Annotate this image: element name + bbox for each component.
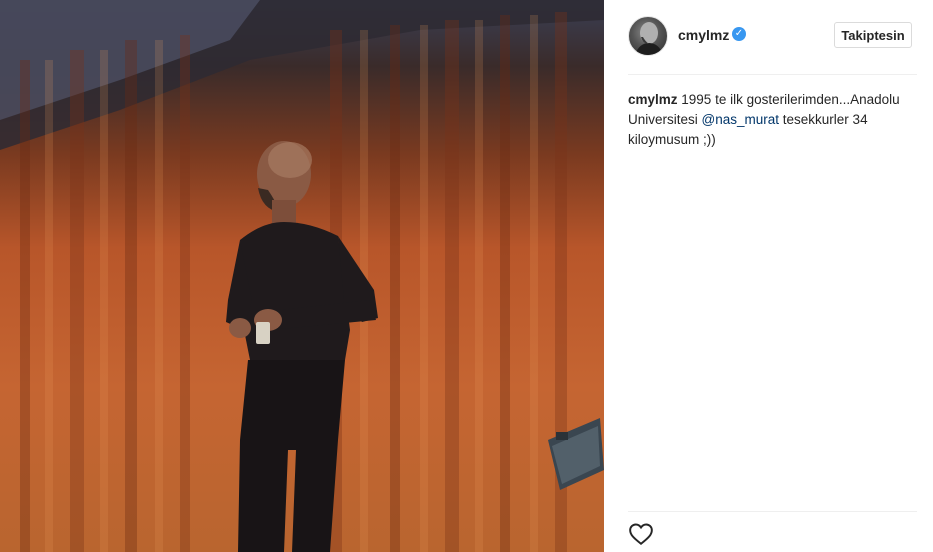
post-side-panel: cmylmz ✓ Takiptesin cmylmz 1995 te ilk g… [604, 0, 933, 552]
like-button[interactable] [628, 521, 654, 547]
avatar[interactable] [628, 16, 668, 56]
caption-mention-link[interactable]: @nas_murat [702, 112, 780, 127]
performer-figure [226, 141, 378, 552]
header-divider [628, 74, 917, 75]
following-button[interactable]: Takiptesin [834, 22, 912, 48]
avatar-image [635, 22, 663, 55]
post-username[interactable]: cmylmz [678, 27, 729, 43]
post-caption: cmylmz 1995 te ilk gosterilerimden...Ana… [628, 90, 908, 150]
actions-divider [628, 511, 917, 512]
verified-badge-icon: ✓ [732, 27, 746, 41]
heart-icon [629, 523, 653, 545]
caption-username[interactable]: cmylmz [628, 92, 678, 107]
photo-illustration [0, 0, 604, 552]
post-photo [0, 0, 604, 552]
post-header: cmylmz ✓ Takiptesin [628, 16, 917, 56]
